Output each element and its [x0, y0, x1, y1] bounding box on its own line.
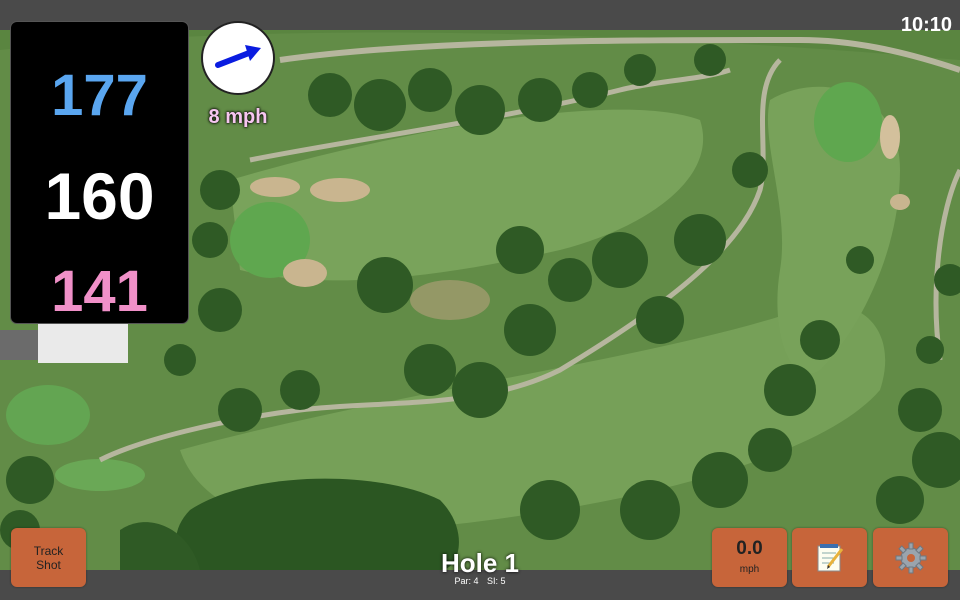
hole-par: Par: 4 — [454, 576, 479, 586]
notepad-icon — [817, 543, 843, 571]
clock-time: 10:10 — [900, 14, 952, 36]
hole-stroke-index: SI: 5 — [487, 576, 506, 586]
track-shot-button[interactable]: Track Shot — [11, 528, 86, 587]
notes-button[interactable] — [792, 528, 867, 587]
track-shot-label-line2: Shot — [36, 558, 61, 572]
front-yardage: 141 — [51, 259, 148, 324]
wind-speed-label: 8 mph — [208, 106, 268, 128]
wind-speed-button[interactable]: 0.0 mph — [712, 528, 787, 587]
hole-title: Hole 1 — [440, 548, 520, 578]
track-shot-label-line1: Track — [33, 544, 64, 558]
settings-button[interactable] — [873, 528, 948, 587]
hole-info: Par: 4 SI: 5 — [380, 576, 580, 586]
arrow-icon — [215, 45, 261, 68]
wind-readout-unit: mph — [739, 564, 760, 575]
wind-direction-indicator[interactable] — [203, 23, 273, 93]
back-yardage: 177 — [51, 63, 148, 128]
wind-readout-value: 0.0 — [736, 538, 763, 559]
yardage-panel[interactable]: 177 160 141 — [11, 22, 188, 324]
middle-yardage: 160 — [44, 159, 155, 233]
gear-icon — [895, 542, 926, 573]
